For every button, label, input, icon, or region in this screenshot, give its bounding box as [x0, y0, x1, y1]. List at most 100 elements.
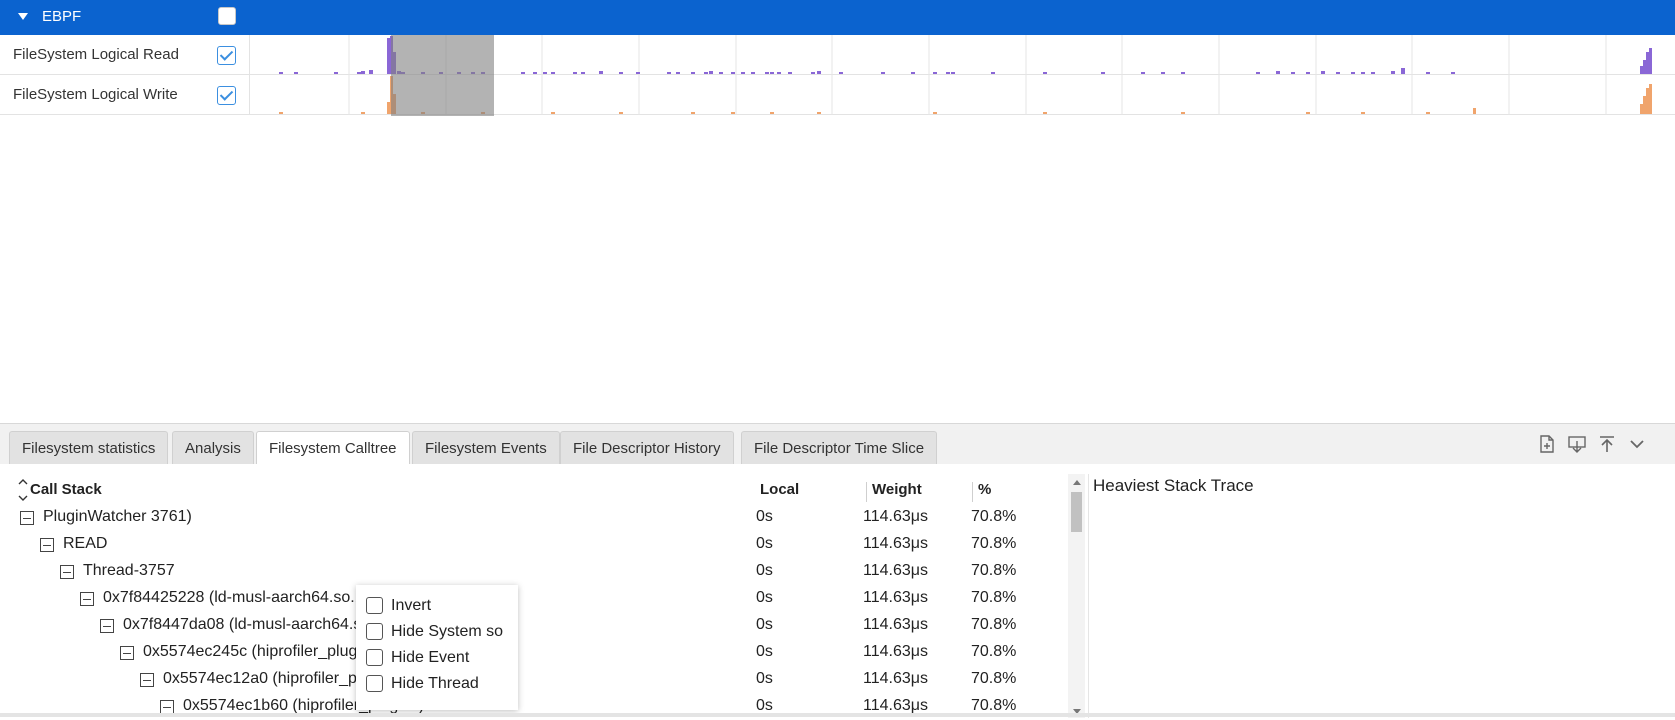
event-mark: [731, 112, 735, 114]
tab-filesystem-events[interactable]: Filesystem Events: [412, 431, 560, 464]
expand-toggle-icon[interactable]: [40, 538, 54, 552]
option-label: Hide Event: [391, 649, 470, 666]
track-checkbox[interactable]: [217, 46, 236, 65]
table-row[interactable]: 0x7f8447da08 (ld-musl-aarch64.so.1) 0s 114…: [0, 612, 1070, 639]
event-mark: [1256, 72, 1260, 74]
event-mark: [1043, 112, 1047, 114]
percent-value: 70.8%: [971, 562, 1017, 579]
local-value: 0s: [756, 616, 773, 633]
event-mark: [1276, 71, 1280, 74]
track-label: FileSystem Logical Read: [0, 35, 250, 75]
scrollbar-thumb[interactable]: [1071, 492, 1082, 532]
local-value: 0s: [756, 670, 773, 687]
horizontal-scrollbar[interactable]: [0, 713, 1675, 717]
event-mark: [1426, 72, 1430, 74]
calltree-content: Call Stack Local Weight % PluginWatcher …: [0, 464, 1675, 718]
expand-toggle-icon[interactable]: [80, 592, 94, 606]
group-checkbox[interactable]: [218, 7, 236, 25]
event-mark: [1371, 72, 1375, 74]
expand-toggle-icon[interactable]: [60, 565, 74, 579]
event-mark: [1306, 112, 1310, 114]
export-file-icon[interactable]: [1537, 434, 1557, 454]
invert-checkbox[interactable]: [366, 597, 383, 614]
event-mark: [294, 72, 298, 74]
event-spike: [1649, 84, 1652, 114]
expand-toggle-icon[interactable]: [140, 673, 154, 687]
table-row[interactable]: 0x5574ec245c (hiprofiler_plugins) 0s 114.6…: [0, 639, 1070, 666]
expand-toggle-icon[interactable]: [160, 700, 174, 714]
pane-divider[interactable]: [1088, 474, 1089, 718]
event-spike: [1640, 104, 1643, 114]
calltree-options-menu: Invert Hide System so Hide Event Hide Th…: [356, 585, 518, 710]
event-spike: [1649, 48, 1652, 74]
group-title: EBPF: [42, 8, 82, 25]
column-call-stack[interactable]: Call Stack: [30, 481, 102, 498]
table-row[interactable]: 0x5574ec12a0 (hiprofiler_plugins) 0s 114.6…: [0, 666, 1070, 693]
event-mark: [704, 72, 708, 74]
event-mark: [1401, 68, 1405, 74]
expand-toggle-icon[interactable]: [100, 619, 114, 633]
event-mark: [1321, 71, 1325, 74]
tab-analysis[interactable]: Analysis: [172, 431, 254, 464]
vertical-scrollbar[interactable]: [1068, 474, 1085, 718]
event-mark: [279, 112, 283, 114]
event-spike: [1646, 52, 1649, 74]
event-mark: [1361, 112, 1365, 114]
expand-toggle-icon[interactable]: [120, 646, 134, 660]
event-mark: [279, 72, 283, 74]
event-mark: [731, 72, 735, 74]
event-spike: [1643, 60, 1646, 74]
event-mark: [777, 72, 781, 74]
event-mark: [667, 72, 671, 74]
event-mark: [551, 112, 555, 114]
event-mark: [691, 112, 695, 114]
column-weight[interactable]: Weight: [872, 481, 922, 498]
local-value: 0s: [756, 508, 773, 525]
sort-arrows-icon[interactable]: [18, 479, 28, 501]
event-mark: [361, 112, 365, 114]
event-mark: [765, 72, 769, 74]
column-percent[interactable]: %: [978, 481, 991, 498]
event-spike: [1643, 96, 1646, 114]
table-row[interactable]: PluginWatcher 3761) 0s 114.63μs 70.8%: [0, 504, 1070, 531]
track-logical-read: FileSystem Logical Read: [0, 35, 1675, 75]
table-row[interactable]: READ 0s 114.63μs 70.8%: [0, 531, 1070, 558]
column-local[interactable]: Local: [760, 481, 799, 498]
tab-filesystem-calltree[interactable]: Filesystem Calltree: [256, 431, 410, 465]
ebpf-group-header[interactable]: EBPF: [0, 0, 1675, 35]
heaviest-stack-trace-title: Heaviest Stack Trace: [1093, 476, 1254, 495]
event-spike: [1640, 66, 1643, 74]
tab-file-descriptor-time-slice[interactable]: File Descriptor Time Slice: [741, 431, 938, 464]
tab-filesystem-statistics[interactable]: Filesystem statistics: [9, 431, 169, 464]
event-mark: [811, 72, 815, 74]
tab-file-descriptor-history[interactable]: File Descriptor History: [560, 431, 734, 464]
collapse-caret-icon[interactable]: [18, 13, 28, 20]
option-label: Hide System so: [391, 623, 504, 640]
event-mark: [839, 72, 843, 74]
event-mark: [1336, 72, 1340, 74]
collapse-up-icon[interactable]: [1597, 434, 1617, 454]
option-label: Hide Thread: [391, 675, 479, 692]
time-range-selection[interactable]: [391, 35, 494, 116]
scroll-up-arrow-icon[interactable]: [1073, 480, 1081, 485]
hide-event-checkbox[interactable]: [366, 649, 383, 666]
event-mark: [881, 72, 885, 74]
event-mark: [946, 72, 950, 74]
column-separator: [866, 482, 867, 502]
table-header: Call Stack Local Weight %: [0, 464, 1070, 502]
download-icon[interactable]: [1567, 434, 1587, 454]
chevron-down-icon[interactable]: [1627, 434, 1647, 454]
event-mark: [1181, 72, 1185, 74]
table-row[interactable]: 0x7f84425228 (ld-musl-aarch64.so.1) 0s 114…: [0, 585, 1070, 612]
expand-toggle-icon[interactable]: [20, 511, 34, 525]
track-checkbox[interactable]: [217, 86, 236, 105]
call-stack-name: PluginWatcher 3761): [43, 508, 192, 525]
weight-value: 114.63μs: [863, 670, 928, 687]
weight-value: 114.63μs: [863, 535, 928, 552]
table-row[interactable]: Thread-3757 0s 114.63μs 70.8%: [0, 558, 1070, 585]
event-mark: [911, 72, 915, 74]
hide-thread-checkbox[interactable]: [366, 675, 383, 692]
percent-value: 70.8%: [971, 670, 1017, 687]
hide-system-so-checkbox[interactable]: [366, 623, 383, 640]
percent-value: 70.8%: [971, 535, 1017, 552]
